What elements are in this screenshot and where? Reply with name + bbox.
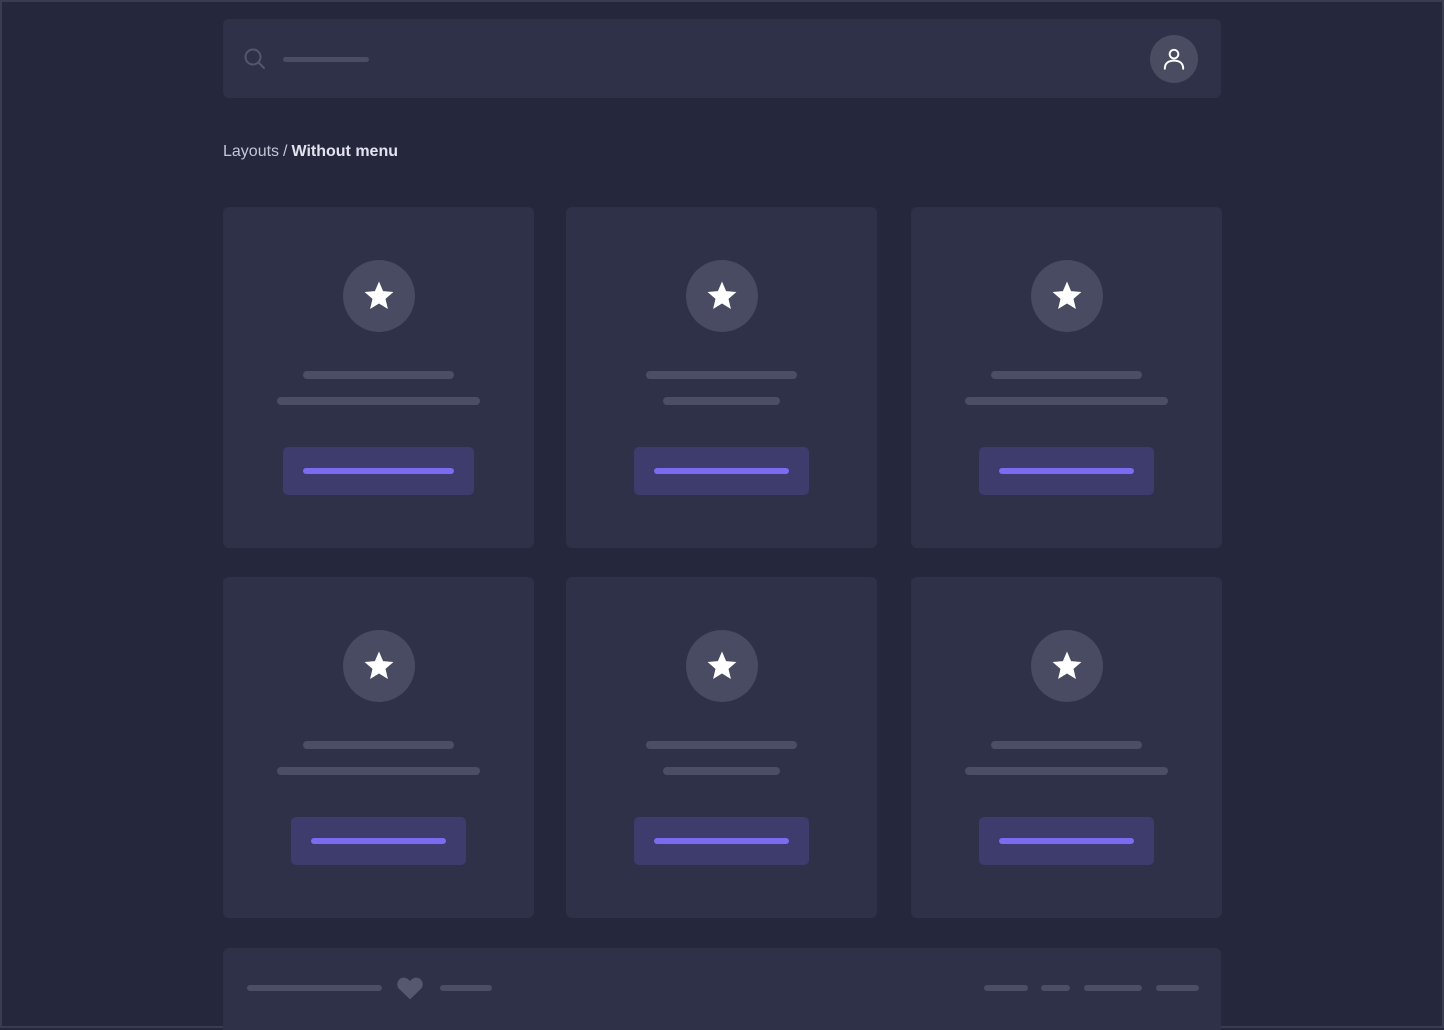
footer-link[interactable] bbox=[1156, 985, 1199, 991]
card bbox=[223, 577, 534, 918]
heart-icon bbox=[397, 977, 423, 1000]
footer-link[interactable] bbox=[1041, 985, 1070, 991]
card-text-placeholder bbox=[965, 767, 1168, 775]
card-icon-badge bbox=[1031, 630, 1103, 702]
breadcrumb-parent[interactable]: Layouts bbox=[223, 143, 279, 160]
card-action-button[interactable] bbox=[291, 817, 466, 865]
card-action-button[interactable] bbox=[634, 447, 809, 495]
card-action-label-placeholder bbox=[999, 838, 1134, 844]
footer-author-placeholder bbox=[440, 985, 492, 991]
card-title-placeholder bbox=[303, 741, 454, 749]
star-icon bbox=[364, 281, 394, 310]
card-action-label-placeholder bbox=[999, 468, 1134, 474]
card-icon-badge bbox=[686, 260, 758, 332]
card-action-button[interactable] bbox=[634, 817, 809, 865]
footer bbox=[223, 948, 1221, 1030]
card-action-label-placeholder bbox=[311, 838, 446, 844]
card bbox=[911, 207, 1222, 548]
card-icon-badge bbox=[1031, 260, 1103, 332]
card-text-placeholder bbox=[663, 397, 780, 405]
card-icon-badge bbox=[343, 630, 415, 702]
user-icon bbox=[1163, 48, 1185, 70]
footer-link[interactable] bbox=[1084, 985, 1142, 991]
card bbox=[911, 577, 1222, 918]
card-title-placeholder bbox=[991, 741, 1142, 749]
card bbox=[566, 577, 877, 918]
breadcrumb: Layouts / Without menu bbox=[223, 143, 398, 161]
search-icon[interactable] bbox=[243, 47, 267, 71]
card-text-placeholder bbox=[277, 767, 480, 775]
card-icon-badge bbox=[343, 260, 415, 332]
avatar[interactable] bbox=[1150, 35, 1198, 83]
star-icon bbox=[1052, 651, 1082, 680]
card-title-placeholder bbox=[646, 371, 797, 379]
card-action-label-placeholder bbox=[654, 838, 789, 844]
card-title-placeholder bbox=[646, 741, 797, 749]
footer-link[interactable] bbox=[984, 985, 1028, 991]
footer-copyright-placeholder bbox=[247, 985, 382, 991]
card-text-placeholder bbox=[277, 397, 480, 405]
card-text-placeholder bbox=[663, 767, 780, 775]
card bbox=[566, 207, 877, 548]
top-bar bbox=[223, 19, 1221, 98]
card-action-button[interactable] bbox=[283, 447, 474, 495]
card-action-button[interactable] bbox=[979, 817, 1154, 865]
card-text-placeholder bbox=[965, 397, 1168, 405]
card-action-label-placeholder bbox=[303, 468, 454, 474]
breadcrumb-separator: / bbox=[283, 143, 288, 160]
card bbox=[223, 207, 534, 548]
search-input[interactable] bbox=[283, 57, 369, 62]
star-icon bbox=[707, 651, 737, 680]
page: Layouts / Without menu bbox=[2, 2, 1442, 1030]
card-action-label-placeholder bbox=[654, 468, 789, 474]
star-icon bbox=[364, 651, 394, 680]
card-icon-badge bbox=[686, 630, 758, 702]
star-icon bbox=[707, 281, 737, 310]
card-title-placeholder bbox=[303, 371, 454, 379]
breadcrumb-current: Without menu bbox=[291, 143, 399, 160]
card-action-button[interactable] bbox=[979, 447, 1154, 495]
star-icon bbox=[1052, 281, 1082, 310]
card-title-placeholder bbox=[991, 371, 1142, 379]
